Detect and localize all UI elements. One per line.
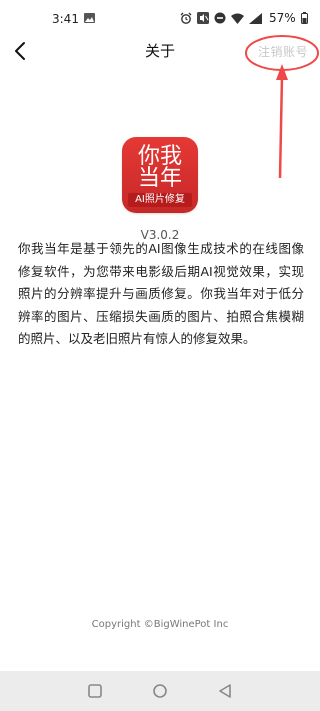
app-description: 你我当年是基于领先的AI图像生成技术的在线图像修复软件，为您带来电影级后期AI视…: [18, 241, 304, 346]
app-icon: 你我 当年 AI照片修复: [122, 137, 198, 213]
status-right-icons: 57%: [180, 11, 308, 25]
copyright-text: Copyright ©BigWinePot Inc: [91, 619, 229, 630]
status-bar: 3:41 57%: [0, 0, 320, 38]
system-nav-bar: [0, 671, 320, 711]
image-icon: [84, 13, 95, 23]
alarm-icon: [180, 12, 192, 24]
volume-mute-icon: [197, 12, 209, 24]
recents-icon[interactable]: [87, 683, 103, 699]
annotation-overlay: [245, 35, 319, 179]
signal-icon: [249, 12, 262, 24]
header: 关于 注销账号: [0, 36, 320, 66]
annotation-arrowhead: [276, 64, 288, 80]
home-icon[interactable]: [152, 683, 168, 699]
wifi-icon: [231, 13, 244, 24]
back-icon[interactable]: [217, 683, 233, 699]
battery-percent: 57%: [269, 11, 296, 25]
status-time: 3:41: [52, 12, 79, 26]
app-icon-band: AI照片修复: [128, 193, 192, 207]
do-not-disturb-icon: [214, 12, 226, 24]
cancel-account-button[interactable]: 注销账号: [258, 43, 308, 60]
annotation-arrow: [278, 75, 284, 179]
app-icon-line2: 当年: [137, 166, 182, 191]
battery-icon: [300, 12, 308, 24]
app-icon-line1: 你我: [137, 144, 182, 169]
